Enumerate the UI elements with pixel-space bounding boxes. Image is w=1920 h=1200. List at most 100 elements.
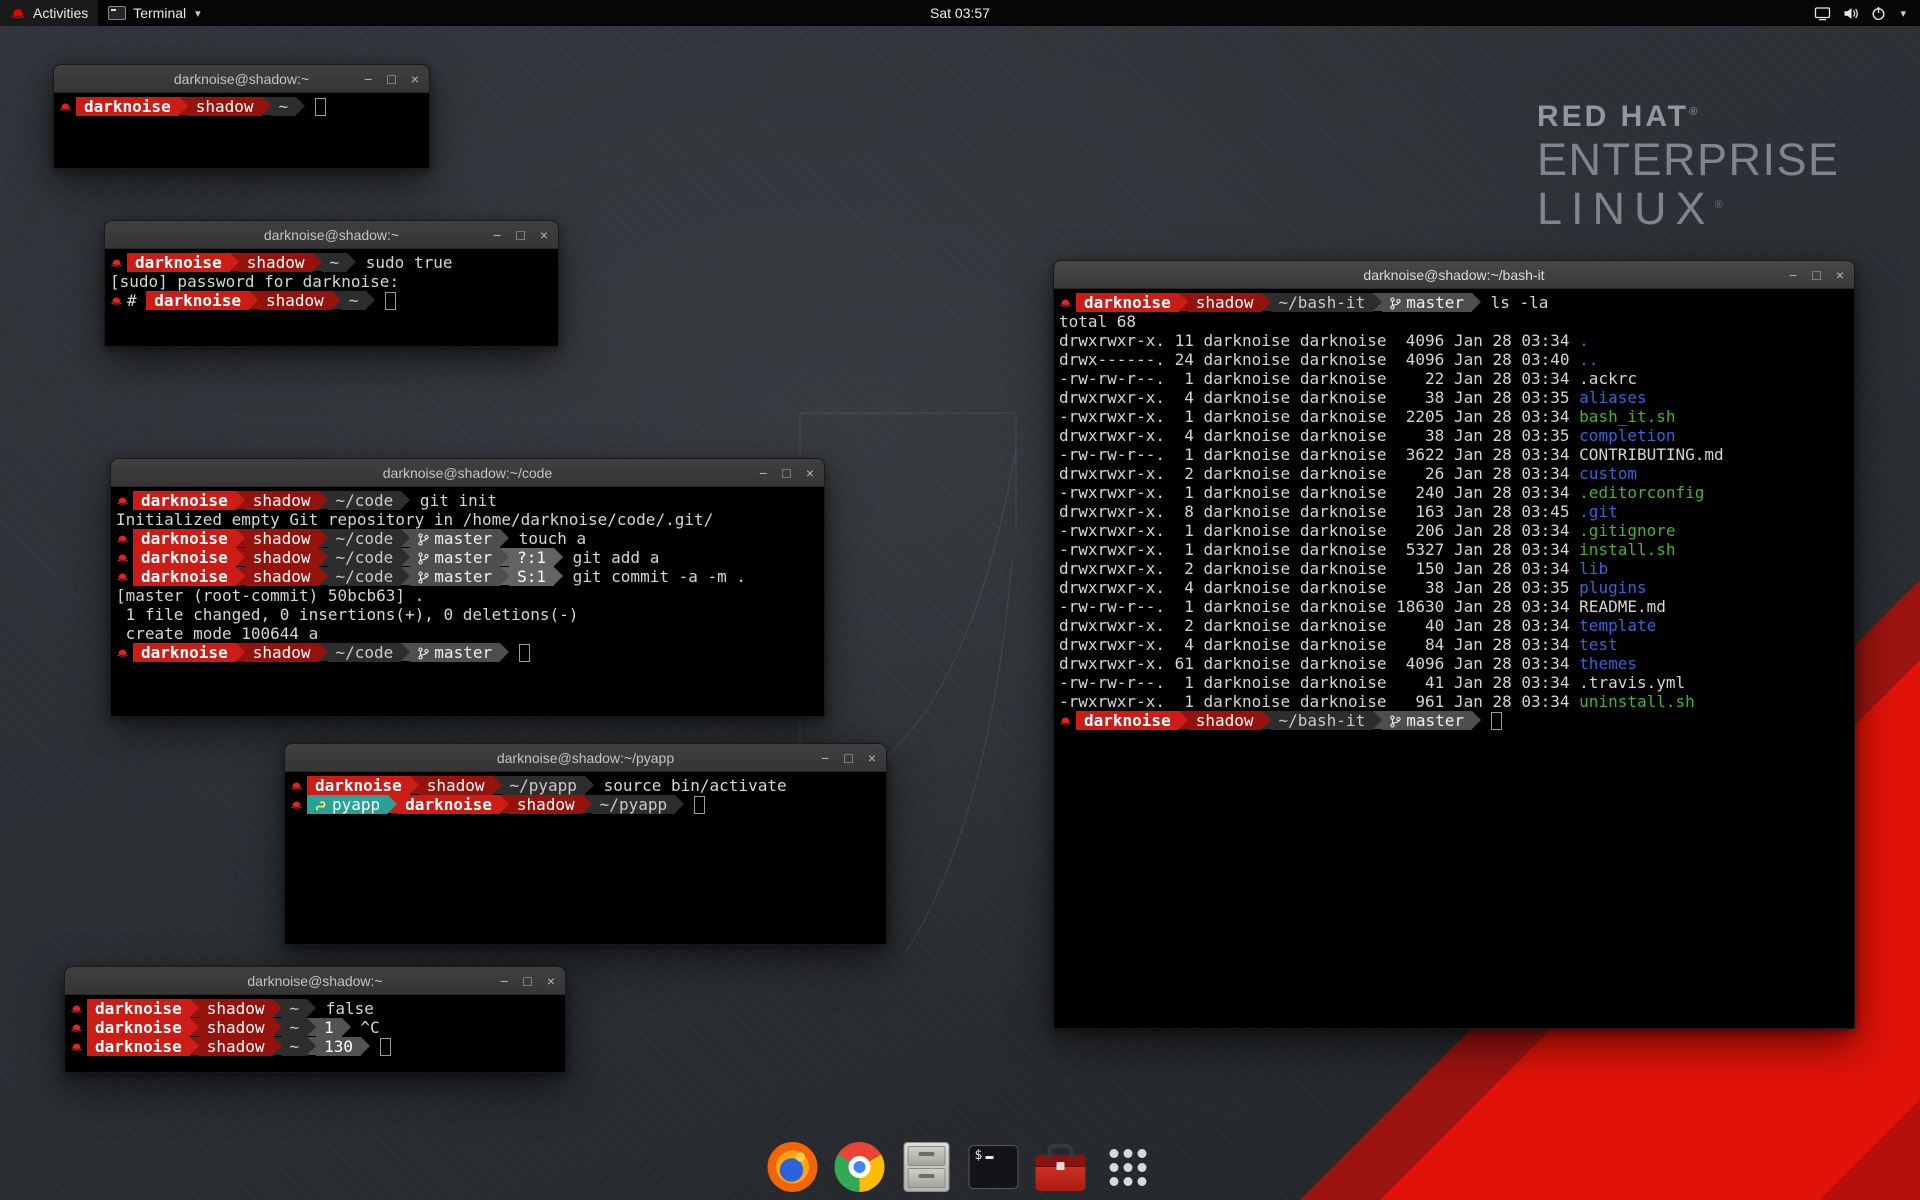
terminal-content[interactable]: darknoiseshadow~/bash-itmaster ls -latot… (1054, 289, 1854, 734)
ls-row-filename: .editorconfig (1579, 483, 1704, 502)
ls-row-filename: aliases (1579, 388, 1646, 407)
terminal-cursor (380, 1038, 391, 1056)
powerline-arrow (1472, 711, 1481, 729)
redhat-prompt-icon (116, 491, 133, 510)
prompt-segment-host: shadow (509, 795, 583, 814)
prompt-segment-path: ~/code (328, 548, 402, 567)
prompt-segment-host: shadow (199, 1037, 273, 1056)
toolbox-icon[interactable] (1034, 1140, 1088, 1194)
prompt-segment-path: ~/bash-it (1271, 293, 1374, 312)
window-titlebar[interactable]: darknoise@shadow:~ − □ × (65, 967, 565, 995)
close-button[interactable]: × (547, 974, 555, 988)
terminal-icon[interactable]: $ (967, 1140, 1021, 1194)
command-text: ^C (351, 1018, 380, 1037)
powerline-arrow (493, 776, 502, 794)
app-menu-terminal[interactable]: Terminal ▾ (98, 0, 210, 26)
command-text: git init (410, 491, 497, 510)
terminal-line: total 68 (1059, 312, 1852, 331)
powerline-arrow (554, 548, 563, 566)
minimize-button[interactable]: − (493, 228, 501, 242)
terminal-line: darknoiseshadow~ sudo true (110, 253, 556, 272)
terminal-line: darknoiseshadow~/codemasterS:1 git commi… (116, 567, 822, 586)
ls-row-filename: lib (1579, 559, 1608, 578)
window-titlebar[interactable]: darknoise@shadow:~ − □ × (105, 221, 558, 249)
close-button[interactable]: × (1836, 268, 1844, 282)
terminal-line: darknoiseshadow~ false (70, 999, 563, 1018)
terminal-line: drwxrwxr-x. 61 darknoise darknoise 4096 … (1059, 654, 1852, 673)
minimize-button[interactable]: − (821, 751, 829, 765)
terminal-content[interactable]: darknoiseshadow~ falsedarknoiseshadow~1 … (65, 995, 565, 1060)
command-text: ls -la (1481, 293, 1548, 312)
close-button[interactable]: × (806, 466, 814, 480)
window-titlebar[interactable]: darknoise@shadow:~/pyapp − □ × (285, 744, 886, 772)
powerline-arrow (401, 529, 410, 547)
terminal-line: drwxrwxr-x. 4 darknoise darknoise 84 Jan… (1059, 635, 1852, 654)
redhat-prompt-icon (116, 548, 133, 567)
redhat-prompt-icon (290, 795, 307, 814)
volume-icon (1843, 6, 1859, 21)
prompt-segment-host: shadow (245, 491, 319, 510)
chrome-icon[interactable] (833, 1140, 887, 1194)
powerline-arrow (342, 1018, 351, 1036)
ls-row-filename: plugins (1579, 578, 1646, 597)
terminal-line: drwxrwxr-x. 11 darknoise darknoise 4096 … (1059, 331, 1852, 350)
firefox-icon[interactable] (766, 1140, 820, 1194)
system-menu[interactable]: ▾ (1806, 0, 1914, 26)
terminal-line: [sudo] password for darknoise: (110, 272, 556, 291)
terminal-window-0: darknoise@shadow:~ − □ × darknoiseshadow… (53, 64, 430, 169)
ls-row-filename: completion (1579, 426, 1675, 445)
output-text: 1 file changed, 0 insertions(+), 0 delet… (116, 605, 578, 624)
close-button[interactable]: × (411, 72, 419, 86)
powerline-arrow (190, 1037, 199, 1055)
prompt-segment-user: darknoise (1076, 711, 1179, 730)
minimize-button[interactable]: − (1789, 268, 1797, 282)
maximize-button[interactable]: □ (844, 751, 852, 765)
terminal-content[interactable]: darknoiseshadow~ (54, 93, 429, 120)
git-branch-icon (418, 529, 434, 548)
powerline-arrow (236, 491, 245, 509)
window-title: darknoise@shadow:~/code (383, 465, 552, 481)
activities-button[interactable]: Activities (0, 0, 98, 26)
prompt-segment-user: darknoise (133, 548, 236, 567)
redhat-prompt-icon (70, 1037, 87, 1056)
terminal-line: [master (root-commit) 50bcb63] . (116, 586, 822, 605)
powerline-arrow (675, 795, 684, 813)
minimize-button[interactable]: − (500, 974, 508, 988)
prompt-segment-host: shadow (245, 548, 319, 567)
close-button[interactable]: × (868, 751, 876, 765)
terminal-line: -rw-rw-r--. 1 darknoise darknoise 41 Jan… (1059, 673, 1852, 692)
command-text: source bin/activate (594, 776, 787, 795)
ls-row-filename: .travis.yml (1579, 673, 1685, 692)
terminal-window-1: darknoise@shadow:~ − □ × darknoiseshadow… (104, 220, 559, 347)
window-titlebar[interactable]: darknoise@shadow:~/code − □ × (111, 459, 824, 487)
terminal-content[interactable]: darknoiseshadow~ sudo true[sudo] passwor… (105, 249, 558, 314)
files-icon[interactable] (900, 1140, 954, 1194)
prompt-segment-host: shadow (258, 291, 332, 310)
maximize-button[interactable]: □ (387, 72, 395, 86)
maximize-button[interactable]: □ (782, 466, 790, 480)
maximize-button[interactable]: □ (1812, 268, 1820, 282)
prompt-segment-path: ~/code (328, 643, 402, 662)
powerline-arrow (401, 567, 410, 585)
window-titlebar[interactable]: darknoise@shadow:~ − □ × (54, 65, 429, 93)
maximize-button[interactable]: □ (523, 974, 531, 988)
command-text (370, 1037, 380, 1056)
clock[interactable]: Sat 03:57 (920, 0, 1000, 26)
powerline-arrow (401, 491, 410, 509)
git-branch-icon (1390, 711, 1406, 730)
close-button[interactable]: × (540, 228, 548, 242)
command-text (375, 291, 385, 310)
powerline-arrow (1179, 293, 1188, 311)
maximize-button[interactable]: □ (516, 228, 524, 242)
ls-row-fields: -rwxrwxr-x. 1 darknoise darknoise 961 Ja… (1059, 692, 1579, 711)
prompt-segment-user: darknoise (87, 1037, 190, 1056)
window-titlebar[interactable]: darknoise@shadow:~/bash-it − □ × (1054, 261, 1854, 289)
terminal-line: -rwxrwxr-x. 1 darknoise darknoise 2205 J… (1059, 407, 1852, 426)
app-grid-icon[interactable] (1101, 1140, 1155, 1194)
ls-row-fields: -rwxrwxr-x. 1 darknoise darknoise 2205 J… (1059, 407, 1579, 426)
terminal-content[interactable]: darknoiseshadow~/pyapp source bin/activa… (285, 772, 886, 818)
terminal-content[interactable]: darknoiseshadow~/code git initInitialize… (111, 487, 824, 666)
minimize-button[interactable]: − (364, 72, 372, 86)
prompt-segment-git: master (410, 643, 500, 662)
minimize-button[interactable]: − (759, 466, 767, 480)
